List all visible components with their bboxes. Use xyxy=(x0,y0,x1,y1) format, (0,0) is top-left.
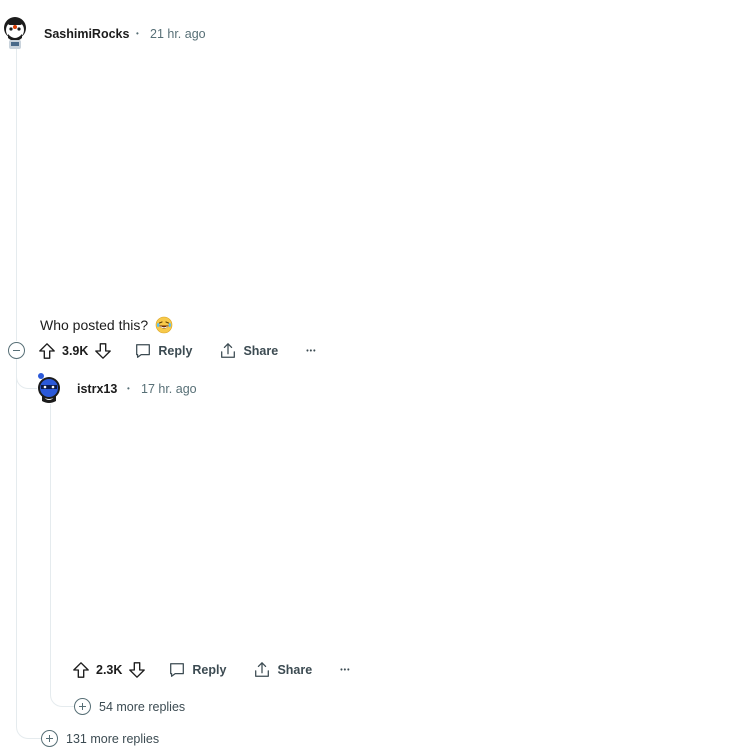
more-replies-label: 131 more replies xyxy=(66,731,160,746)
vote-count: 3.9K xyxy=(62,344,89,358)
more-options-button[interactable]: ••• xyxy=(306,348,316,355)
downvote-arrow-icon xyxy=(95,343,112,359)
upvote-button[interactable] xyxy=(72,661,90,679)
thread-line-root xyxy=(16,48,17,341)
downvote-button[interactable] xyxy=(94,342,112,360)
reply-button[interactable]: Reply xyxy=(134,342,192,360)
more-replies-button[interactable]: 54 more replies xyxy=(74,698,185,715)
upvote-arrow-icon xyxy=(39,343,55,359)
expand-plus-icon xyxy=(74,698,91,715)
expand-plus-icon xyxy=(41,730,58,747)
thread-connector-more-replies-root xyxy=(16,700,41,739)
vote-count: 2.3K xyxy=(96,663,123,677)
comment-body: Who posted this? xyxy=(40,316,173,337)
share-icon xyxy=(221,343,236,358)
reply-label: Reply xyxy=(192,663,227,677)
avatar-sashimirocks[interactable] xyxy=(0,16,32,49)
reply-label: Reply xyxy=(158,344,193,358)
comment-bubble-icon xyxy=(170,663,185,677)
downvote-arrow-icon xyxy=(129,662,146,678)
more-replies-button[interactable]: 131 more replies xyxy=(41,730,159,747)
share-label: Share xyxy=(243,344,279,358)
more-replies-label: 54 more replies xyxy=(99,699,186,714)
avatar-istrx13[interactable] xyxy=(34,371,66,403)
meta-separator: • xyxy=(136,29,139,38)
downvote-button[interactable] xyxy=(128,661,146,679)
comment-action-row: 2.3K Reply Share ••• xyxy=(72,658,351,682)
comment-timestamp[interactable]: 21 hr. ago xyxy=(150,27,206,41)
comment-author[interactable]: istrx13 xyxy=(77,382,117,396)
comment-body-text: Who posted this? xyxy=(40,317,149,334)
upvote-arrow-icon xyxy=(73,662,89,678)
upvote-button[interactable] xyxy=(38,342,56,360)
vote-group: 2.3K xyxy=(72,661,146,679)
thread-line-root-lower xyxy=(16,359,17,721)
thread-line-reply xyxy=(50,404,51,694)
share-icon xyxy=(255,662,270,677)
laughing-emoji-icon xyxy=(155,316,173,337)
collapse-thread-button[interactable] xyxy=(8,342,25,359)
share-label: Share xyxy=(277,663,313,677)
meta-separator: • xyxy=(127,384,130,393)
comment-author[interactable]: SashimiRocks xyxy=(44,27,129,41)
vote-group: 3.9K xyxy=(38,342,112,360)
thread-connector-more-replies-reply xyxy=(50,680,75,707)
share-button[interactable]: Share xyxy=(253,661,312,679)
comment-timestamp[interactable]: 17 hr. ago xyxy=(141,382,197,396)
reply-button[interactable]: Reply xyxy=(168,661,226,679)
comment-action-row: 3.9K Reply Share ••• xyxy=(38,339,317,363)
minus-icon xyxy=(13,350,20,351)
more-options-button[interactable]: ••• xyxy=(340,667,350,674)
comment-bubble-icon xyxy=(136,344,151,358)
share-button[interactable]: Share xyxy=(219,342,278,360)
